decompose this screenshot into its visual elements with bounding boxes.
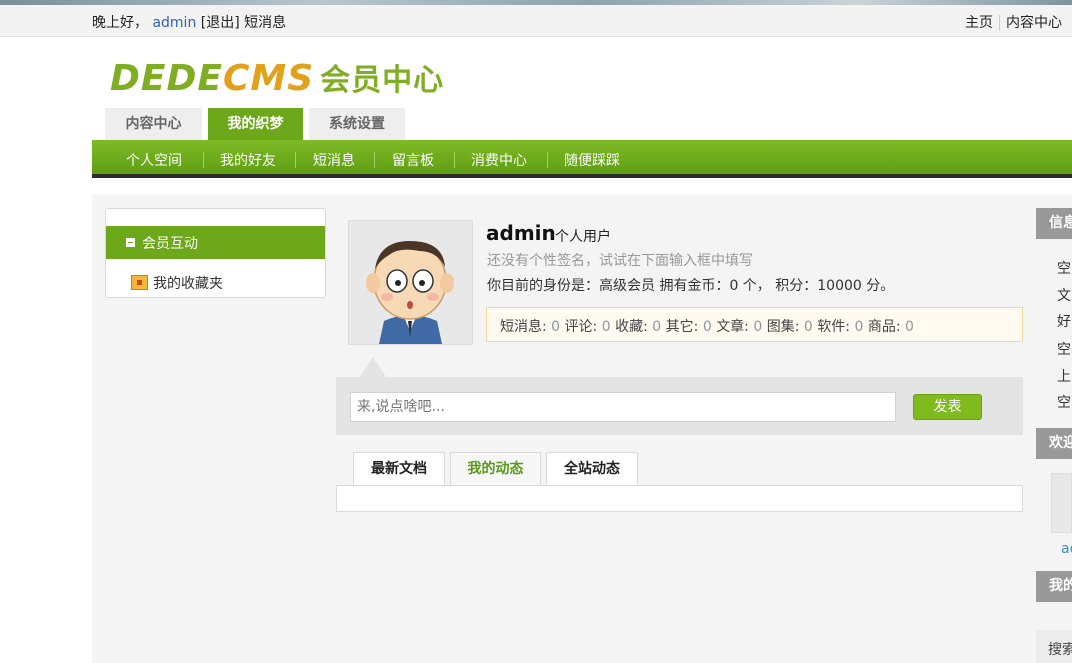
collapse-icon[interactable] xyxy=(126,238,135,247)
right-info-line: 空 xyxy=(1057,395,1071,411)
right-info-line: 文 xyxy=(1057,288,1071,304)
nav-short-message[interactable]: 短消息 xyxy=(313,150,355,170)
nav-friends[interactable]: 我的好友 xyxy=(220,150,276,170)
feed-panel xyxy=(336,485,1023,512)
nav-divider xyxy=(547,152,548,168)
right-info-line: 好 xyxy=(1057,314,1071,330)
tab-my-dream[interactable]: 我的织梦 xyxy=(208,108,303,140)
stat-label: 商品: xyxy=(867,319,901,335)
nav-random-visit[interactable]: 随便踩踩 xyxy=(564,150,620,170)
right-panel-info-header: 信息 xyxy=(1036,208,1072,239)
stat-value[interactable]: 0 xyxy=(551,319,560,335)
sidebar-section-interaction[interactable]: 会员互动 xyxy=(106,226,325,259)
cartoon-avatar-icon xyxy=(349,221,472,344)
sidebar: 会员互动 我的收藏夹 xyxy=(105,208,326,298)
stat-label: 文章: xyxy=(716,319,749,335)
right-panel-my-header: 我的 xyxy=(1036,571,1072,602)
tab-settings[interactable]: 系统设置 xyxy=(309,108,405,140)
folder-icon xyxy=(131,275,148,290)
stat-label: 短消息: xyxy=(500,319,547,335)
sidebar-item-label: 我的收藏夹 xyxy=(153,276,223,292)
stat-value[interactable]: 0 xyxy=(703,319,712,335)
profile-status: 你目前的身份是：高级会员 拥有金币：0 个， 积分：10000 分。 xyxy=(487,278,895,294)
nav-consumption[interactable]: 消费中心 xyxy=(471,150,527,170)
profile-signature: 还没有个性签名，试试在下面输入框中填写 xyxy=(487,253,753,269)
stat-label: 软件: xyxy=(817,319,850,335)
stat-value[interactable]: 0 xyxy=(652,319,661,335)
right-info-line: 空 xyxy=(1057,342,1071,358)
nav-divider xyxy=(454,152,455,168)
tab-content-center[interactable]: 内容中心 xyxy=(105,108,202,140)
username-link[interactable]: admin xyxy=(152,15,196,31)
logout-link[interactable]: [退出] xyxy=(201,15,240,31)
profile-type: 个人用户 xyxy=(555,229,611,245)
right-panel-welcome-header: 欢迎 xyxy=(1036,428,1072,459)
nav-guestbook[interactable]: 留言板 xyxy=(392,150,434,170)
stat-label: 收藏: xyxy=(615,319,648,335)
nav-divider xyxy=(295,152,296,168)
nav-personal-space[interactable]: 个人空间 xyxy=(126,150,182,170)
messages-link[interactable]: 短消息 xyxy=(244,15,286,31)
profile-name: admin xyxy=(486,221,556,245)
top-bar: 晚上好， admin [退出] 短消息 主页 内容中心 xyxy=(0,5,1072,37)
tab-site-activity[interactable]: 全站动态 xyxy=(546,452,638,486)
right-info-line: 空 xyxy=(1057,261,1071,277)
speech-pointer xyxy=(360,357,386,377)
nav-bar: 个人空间 我的好友 短消息 留言板 消费中心 随便踩踩 xyxy=(92,140,1072,178)
greeting: 晚上好， admin [退出] 短消息 xyxy=(92,12,286,32)
stat-value[interactable]: 0 xyxy=(905,319,914,335)
stat-value[interactable]: 0 xyxy=(804,319,813,335)
right-search[interactable]: 搜索 xyxy=(1036,630,1072,663)
stats-line: 短消息: 0 评论: 0 收藏: 0 其它: 0 文章: 0 图集: 0 软件:… xyxy=(500,316,914,336)
avatar[interactable] xyxy=(348,220,473,345)
sidebar-section-label: 会员互动 xyxy=(142,236,198,252)
post-button[interactable]: 发表 xyxy=(913,394,982,420)
nav-divider xyxy=(374,152,375,168)
nav-divider xyxy=(203,152,204,168)
greeting-text: 晚上好， xyxy=(92,15,148,31)
stat-label: 图集: xyxy=(766,319,800,335)
right-search-label: 搜索 xyxy=(1048,642,1072,658)
logo-subtitle: 会员中心 xyxy=(320,63,445,98)
logo-brand-b: CMS xyxy=(222,58,315,99)
stat-value[interactable]: 0 xyxy=(753,319,762,335)
top-links: 主页 内容中心 xyxy=(959,12,1068,32)
stat-value[interactable]: 0 xyxy=(854,319,863,335)
stat-label: 评论: xyxy=(564,319,598,335)
right-user-link[interactable]: ad xyxy=(1061,541,1072,557)
logo-brand-a: DEDE xyxy=(110,58,223,99)
tab-latest-docs[interactable]: 最新文档 xyxy=(353,452,445,486)
right-info-line: 上 xyxy=(1057,369,1071,385)
content-center-link[interactable]: 内容中心 xyxy=(1000,15,1068,31)
stat-label: 其它: xyxy=(665,319,699,335)
tab-my-activity[interactable]: 我的动态 xyxy=(450,452,541,486)
home-link[interactable]: 主页 xyxy=(959,15,999,31)
stat-value[interactable]: 0 xyxy=(602,319,611,335)
site-logo[interactable]: DEDECMS 会员中心 xyxy=(110,55,444,99)
status-input[interactable] xyxy=(350,392,896,422)
stats-box: 短消息: 0 评论: 0 收藏: 0 其它: 0 文章: 0 图集: 0 软件:… xyxy=(486,307,1023,342)
right-avatar[interactable] xyxy=(1051,473,1072,533)
sidebar-item-favorites[interactable]: 我的收藏夹 xyxy=(131,273,223,293)
